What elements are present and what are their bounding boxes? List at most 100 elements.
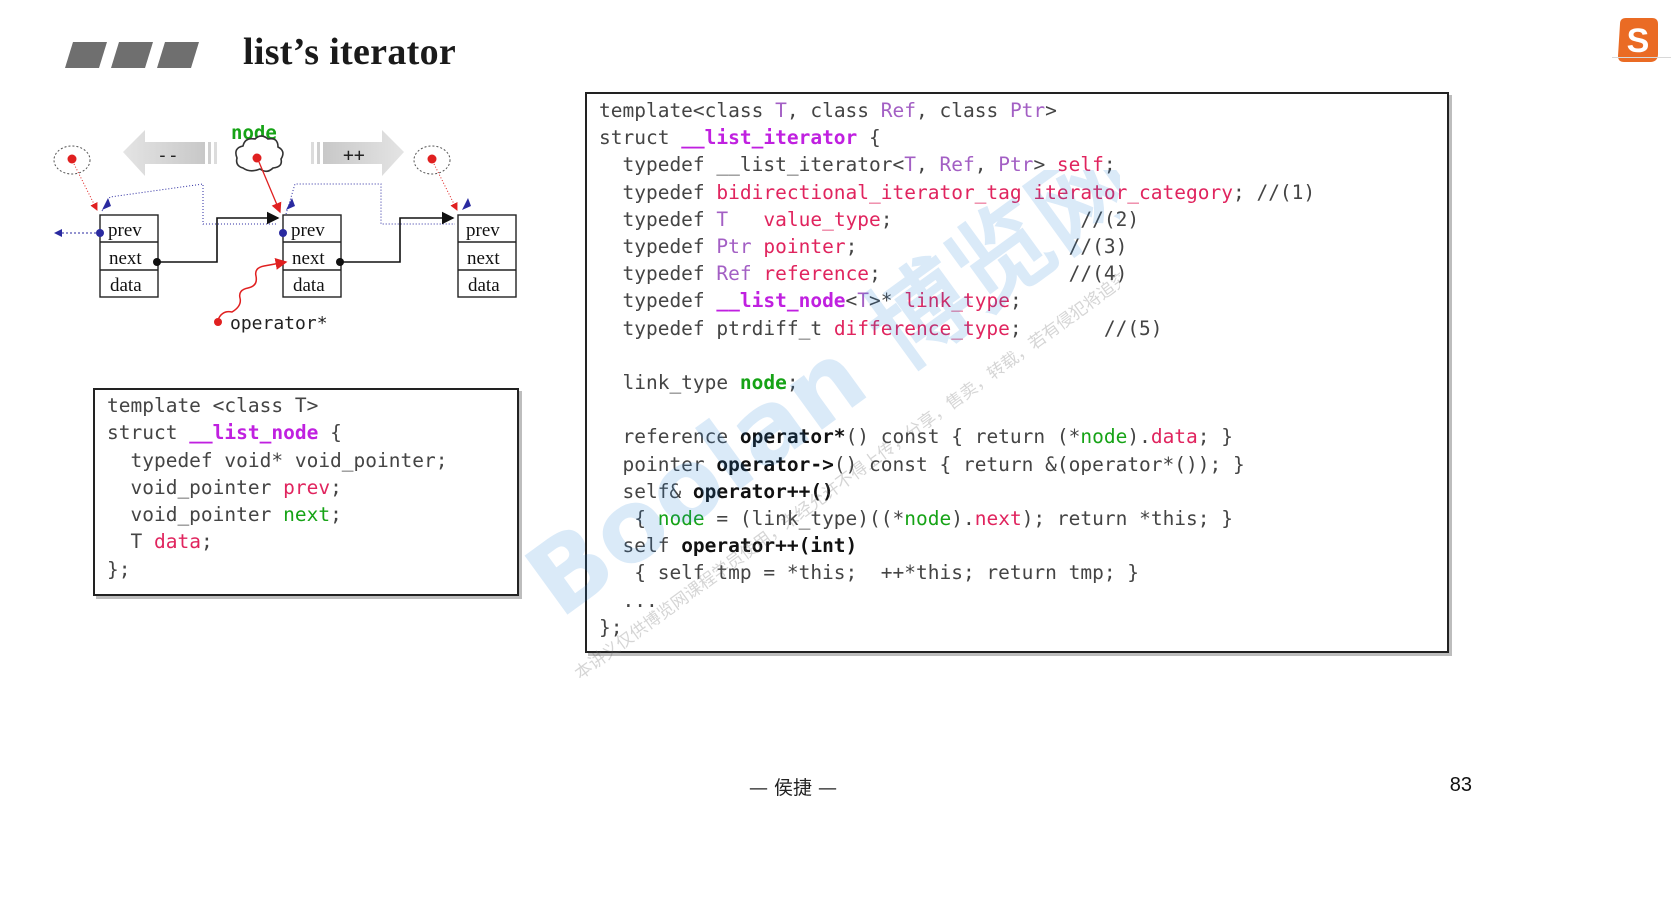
code-token: { self tmp = *this; ++*this; return tmp;… [599, 561, 1140, 585]
list-node: prev next data [279, 214, 344, 298]
code-token: __list_node [189, 421, 319, 445]
code-token: reference [599, 425, 740, 449]
code-line: void_pointer next; [107, 503, 342, 527]
code-token: operator++() [692, 479, 834, 503]
code-token: > [1045, 99, 1057, 122]
increment-label: ++ [343, 145, 365, 166]
title-bars-icon [65, 42, 199, 68]
footer-author: — 侯捷 — [748, 777, 838, 799]
code-token: , class [786, 99, 881, 122]
sogou-s-logo-icon: S [1618, 18, 1658, 62]
code-line: template <class T> [107, 394, 318, 417]
code-token: void_pointer [107, 475, 284, 499]
code-token: ... [599, 588, 658, 612]
cloud-icon [53, 145, 91, 175]
code-token: T [904, 153, 916, 177]
code-token: reference [763, 262, 870, 286]
slide-title: list’s iterator [243, 31, 457, 73]
code-token: template <class T> [107, 394, 319, 417]
code-token: node [657, 507, 705, 531]
code-token: , [974, 153, 999, 177]
code-line: typedef __list_node<T>* link_type; [599, 289, 1022, 313]
list-node-code: template <class T> struct __list_node { … [95, 390, 517, 583]
code-token: typedef [599, 235, 717, 259]
code-token: , [916, 153, 940, 177]
code-token: = (link_type)((* [704, 507, 905, 531]
code-token: ; [330, 503, 342, 527]
code-token: typedef [599, 207, 717, 231]
code-token: T [775, 99, 787, 122]
svg-text:S: S [1627, 22, 1650, 60]
code-line: typedef bidirectional_iterator_tag itera… [599, 181, 1315, 204]
code-line: ... [599, 588, 658, 612]
code-token: ; [1103, 153, 1116, 177]
code-line: void_pointer prev; [107, 475, 342, 499]
code-token: struct [599, 126, 682, 150]
page-number: 83 [1449, 774, 1472, 796]
code-token: () const { return (* [845, 425, 1081, 449]
code-token: data [1150, 425, 1198, 449]
code-token: ). [951, 507, 975, 531]
code-line: typedef Ptr pointer; //(3) [599, 235, 1127, 258]
list-node: prev next data [457, 214, 517, 298]
code-token: ; [330, 475, 342, 499]
code-token: self [599, 534, 682, 558]
code-token: { [599, 507, 658, 531]
code-token: prev [283, 475, 331, 499]
code-line: reference operator*() const { return (*n… [599, 425, 1233, 448]
code-token: typedef [599, 180, 717, 204]
code-token: Ref [880, 99, 917, 122]
code-line: { self tmp = *this; ++*this; return tmp;… [599, 561, 1139, 584]
code-token: value_type [763, 207, 881, 231]
code-token: ; //(3) [845, 235, 1128, 259]
node-field-data: data [468, 275, 500, 296]
code-token: pointer [763, 235, 846, 259]
node-field-data: data [110, 275, 142, 296]
code-token: ; //(1) [1232, 180, 1316, 204]
code-line: T data; [107, 530, 213, 554]
node-field-next: next [467, 248, 500, 269]
logo-underline [1612, 57, 1671, 58]
linked-list-diagram: -- ++ node prev next data prev next data… [53, 122, 517, 334]
code-token: next [974, 507, 1022, 531]
code-token: pointer [599, 452, 717, 476]
code-line: { node = (link_type)((*node).next); retu… [599, 507, 1233, 530]
code-token: T [857, 289, 870, 313]
code-token: template<class [599, 99, 776, 122]
code-token: ; //(4) [869, 262, 1128, 286]
code-token: data [153, 530, 201, 554]
operator-label: operator* [230, 313, 328, 334]
code-token: < [845, 289, 858, 313]
node-field-next: next [292, 248, 325, 269]
code-token: typedef [599, 262, 717, 286]
code-token: ; [1009, 289, 1022, 313]
code-token: self [1056, 153, 1104, 177]
code-token: Ref [939, 153, 975, 177]
code-line: typedef T value_type; //(2) [599, 208, 1139, 231]
code-token: >* [869, 289, 905, 313]
code-token: Ptr [998, 153, 1034, 177]
code-line: struct __list_node { [107, 421, 342, 444]
code-token: link_type [599, 371, 740, 395]
code-token: next [283, 503, 331, 527]
code-token: typedef void* void_pointer; [107, 448, 448, 472]
code-token: Ref [716, 262, 752, 286]
code-token: ; [200, 530, 213, 554]
code-token: operator-> [716, 452, 834, 476]
code-line: typedef ptrdiff_t difference_type; //(5) [599, 317, 1162, 340]
code-token: link_type [904, 289, 1010, 313]
code-token: operator++(int) [681, 534, 858, 558]
code-line: link_type node; [599, 371, 798, 395]
code-token: node [1080, 425, 1128, 449]
node-field-prev: prev [108, 220, 142, 241]
node-field-prev: prev [291, 220, 325, 241]
code-line: typedef __list_iterator<T, Ref, Ptr> sel… [599, 153, 1116, 177]
node-field-prev: prev [466, 220, 500, 241]
code-token: ; //(2) [880, 207, 1140, 231]
code-token: Ptr [716, 235, 752, 259]
code-line: }; [599, 616, 622, 639]
code-line: typedef void* void_pointer; [107, 449, 447, 472]
